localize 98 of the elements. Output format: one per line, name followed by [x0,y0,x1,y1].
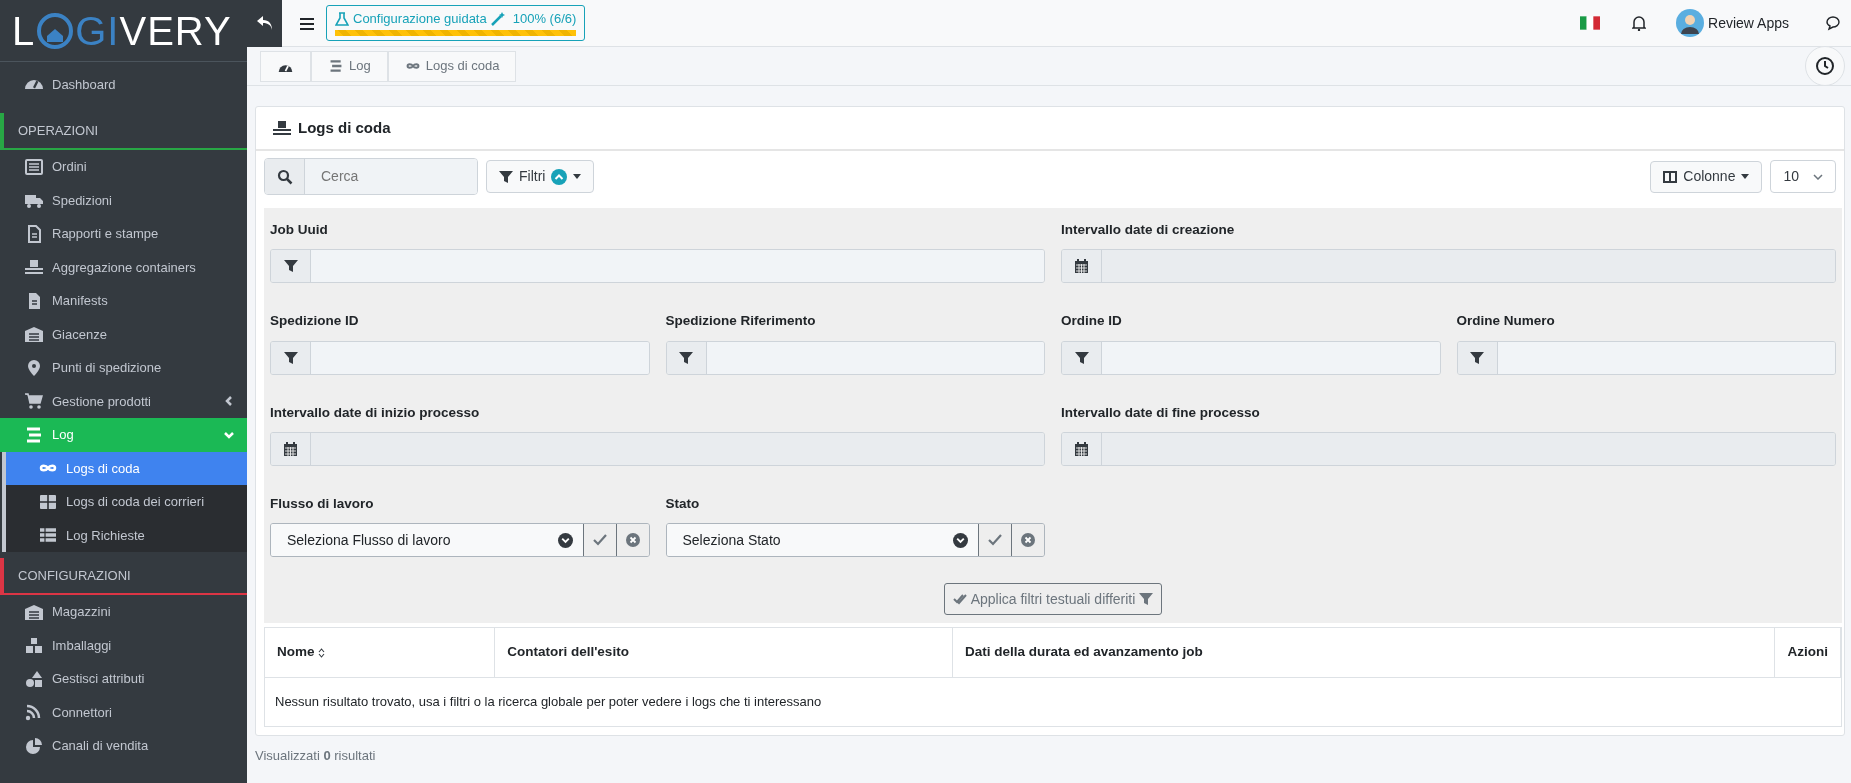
field-label: Intervallo date di inizio processo [270,403,481,422]
list-icon [24,157,44,176]
sidebar-item[interactable]: Imballaggi [0,628,247,662]
pallet-icon [24,258,44,277]
logo-text: L [12,10,36,51]
logo-text: GIVERY [75,10,232,51]
warehouse-icon [24,325,44,344]
filter-icon [283,350,298,365]
shapes-icon [24,669,44,688]
wizard-label: Configurazione guidata [353,9,487,28]
field-label: Stato [665,494,701,513]
breadcrumb-item[interactable]: Log [311,50,388,82]
history-button[interactable] [1805,46,1845,86]
sidebar-subitem[interactable]: Log Richieste [6,518,247,552]
wizard-progress: 100% (6/6) [512,9,577,28]
menu-icon [299,16,315,31]
filter-icon [1470,350,1484,365]
section-header: OPERAZIONI [4,113,247,150]
section-header: CONFIGURAZIONI [4,558,247,595]
stacked-bars-icon [328,59,344,73]
breadcrumb-item[interactable]: Logs di coda [387,50,517,82]
italian-flag-icon[interactable] [1580,16,1601,30]
calendar-icon [1075,259,1088,274]
caret-icon [1741,174,1750,179]
sidebar-item[interactable]: Aggregazione containers [0,250,247,284]
field-label: Ordine Numero [1456,312,1556,331]
calendar-icon [284,441,297,456]
pie-chart-icon [24,736,44,755]
filter-input[interactable] [270,340,650,375]
filter-icon [1074,350,1089,365]
filter-input[interactable] [1061,340,1441,375]
page-size-select[interactable]: 10 [1770,160,1836,193]
filter-icon [1139,592,1154,606]
column-header: Dati della durata ed avanzamento job [952,628,1775,677]
columns-button[interactable]: Colonne [1650,160,1763,193]
date-range-input[interactable] [270,431,1045,466]
chat-icon[interactable] [1825,15,1843,31]
search-field[interactable]: Cerca [264,158,478,195]
filter-input[interactable] [1456,340,1836,375]
field-label: Job Uuid [270,221,329,239]
sidebar-subitem[interactable]: Logs di coda [6,451,247,485]
sidebar-item[interactable]: Manifests [0,284,247,318]
avatar-icon[interactable] [1676,9,1705,37]
apply-filters-button[interactable]: Applica filtri testuali differiti [943,583,1163,615]
filter-input[interactable] [270,249,1045,284]
columns-icon [1663,170,1678,183]
sidebar-item[interactable]: Rapporti e stampe [0,217,247,251]
caret-icon [573,174,582,179]
sidebar-item[interactable]: Canali di vendita [0,729,247,763]
grid-icon [38,492,58,511]
field-label: Ordine ID [1061,312,1123,331]
card-title: Logs di coda [298,117,391,138]
column-header[interactable]: Nome [265,628,495,677]
filter-icon [283,259,298,274]
date-range-input[interactable] [1061,431,1836,466]
sidebar-item[interactable]: Dashboard [0,62,247,107]
sidebar-subitem[interactable]: Logs di coda dei corrieri [6,485,247,519]
empty-message: Nessun risultato trovato, usa i filtri o la ricerca globale per poter vedere i logs che ti interessano [265,677,1841,726]
filters-button[interactable]: Filtri [486,160,595,193]
sidebar-item[interactable]: Gestisci attributi [0,662,247,696]
sidebar-item[interactable]: Punti di spedizione [0,351,247,385]
calendar-icon [1075,441,1088,456]
boxes-icon [24,636,44,655]
results-count: Visualizzati 0 risultati [255,748,376,763]
table-icon [38,526,58,545]
field-label: Flusso di lavoro [270,494,375,513]
column-header: Contatori dell'esito [494,628,953,677]
field-label: Spedizione ID [270,312,360,331]
date-range-input[interactable] [1061,249,1836,284]
sidebar-item[interactable]: Spedizioni [0,183,247,217]
filter-icon [499,169,513,184]
bell-icon[interactable] [1632,15,1647,31]
gauge-icon [24,80,44,89]
field-label: Intervallo date di creazione [1061,221,1236,239]
filter-input[interactable] [665,340,1045,375]
sidebar-item[interactable]: Magazzini [0,595,247,629]
double-check-icon [952,593,967,605]
stacked-bars-icon [24,425,44,444]
pallet-icon [272,119,292,137]
chevron-down-icon [1813,173,1823,180]
column-header: Azioni [1775,628,1841,677]
breadcrumb-home[interactable] [260,50,311,82]
user-name[interactable]: Review Apps [1708,12,1789,34]
filter-icon [679,350,693,365]
sidebar-item[interactable]: Ordini [0,150,247,184]
sidebar-item[interactable]: Gestione prodotti [0,384,247,418]
sidebar-item[interactable]: Giacenze [0,317,247,351]
field-label: Spedizione Riferimento [665,312,817,331]
cart-icon [24,392,44,411]
sidebar-item[interactable]: Connettori [0,695,247,729]
warehouse-icon [24,602,44,621]
logo-icon [36,11,75,50]
flask-icon [335,11,349,26]
clock-icon [1815,56,1835,76]
search-icon [276,168,293,185]
back-button[interactable] [247,0,282,47]
magic-wand-icon [490,11,505,26]
field-label: Intervallo date di fine processo [1061,403,1261,422]
